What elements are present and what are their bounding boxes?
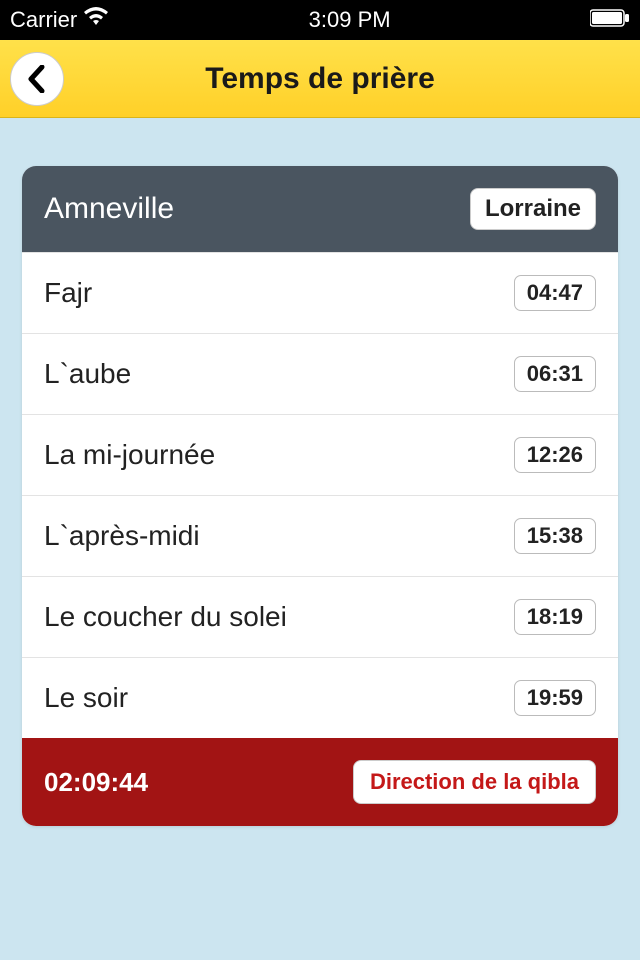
- prayer-time: 19:59: [514, 680, 596, 716]
- page-title: Temps de prière: [0, 62, 640, 96]
- prayer-row: Le soir 19:59: [22, 657, 618, 738]
- prayer-name: La mi-journée: [44, 439, 215, 471]
- prayer-row: Le coucher du solei 18:19: [22, 576, 618, 657]
- prayer-time: 12:26: [514, 437, 596, 473]
- prayer-name: L`aube: [44, 358, 131, 390]
- status-time: 3:09 PM: [309, 7, 391, 33]
- card-footer: 02:09:44 Direction de la qibla: [22, 738, 618, 826]
- app-header: Temps de prière: [0, 40, 640, 118]
- prayer-name: Fajr: [44, 277, 92, 309]
- region-badge[interactable]: Lorraine: [470, 188, 596, 230]
- status-bar: Carrier 3:09 PM: [0, 0, 640, 40]
- prayer-row: L`après-midi 15:38: [22, 495, 618, 576]
- prayer-card: Amneville Lorraine Fajr 04:47 L`aube 06:…: [22, 166, 618, 826]
- prayer-name: Le soir: [44, 682, 128, 714]
- prayer-name: Le coucher du solei: [44, 601, 287, 633]
- city-name: Amneville: [44, 192, 174, 226]
- prayer-time: 06:31: [514, 356, 596, 392]
- carrier-label: Carrier: [10, 7, 77, 33]
- chevron-left-icon: [26, 65, 48, 93]
- wifi-icon: [83, 7, 109, 33]
- card-header: Amneville Lorraine: [22, 166, 618, 252]
- status-left: Carrier: [10, 7, 109, 33]
- qibla-button[interactable]: Direction de la qibla: [353, 760, 596, 804]
- status-right: [590, 7, 630, 33]
- countdown-timer: 02:09:44: [44, 767, 148, 798]
- prayer-time: 18:19: [514, 599, 596, 635]
- battery-icon: [590, 7, 630, 33]
- prayer-time: 15:38: [514, 518, 596, 554]
- back-button[interactable]: [10, 52, 64, 106]
- prayer-name: L`après-midi: [44, 520, 200, 552]
- content-area: Amneville Lorraine Fajr 04:47 L`aube 06:…: [0, 118, 640, 848]
- prayer-row: Fajr 04:47: [22, 252, 618, 333]
- prayer-time: 04:47: [514, 275, 596, 311]
- prayer-row: La mi-journée 12:26: [22, 414, 618, 495]
- prayer-row: L`aube 06:31: [22, 333, 618, 414]
